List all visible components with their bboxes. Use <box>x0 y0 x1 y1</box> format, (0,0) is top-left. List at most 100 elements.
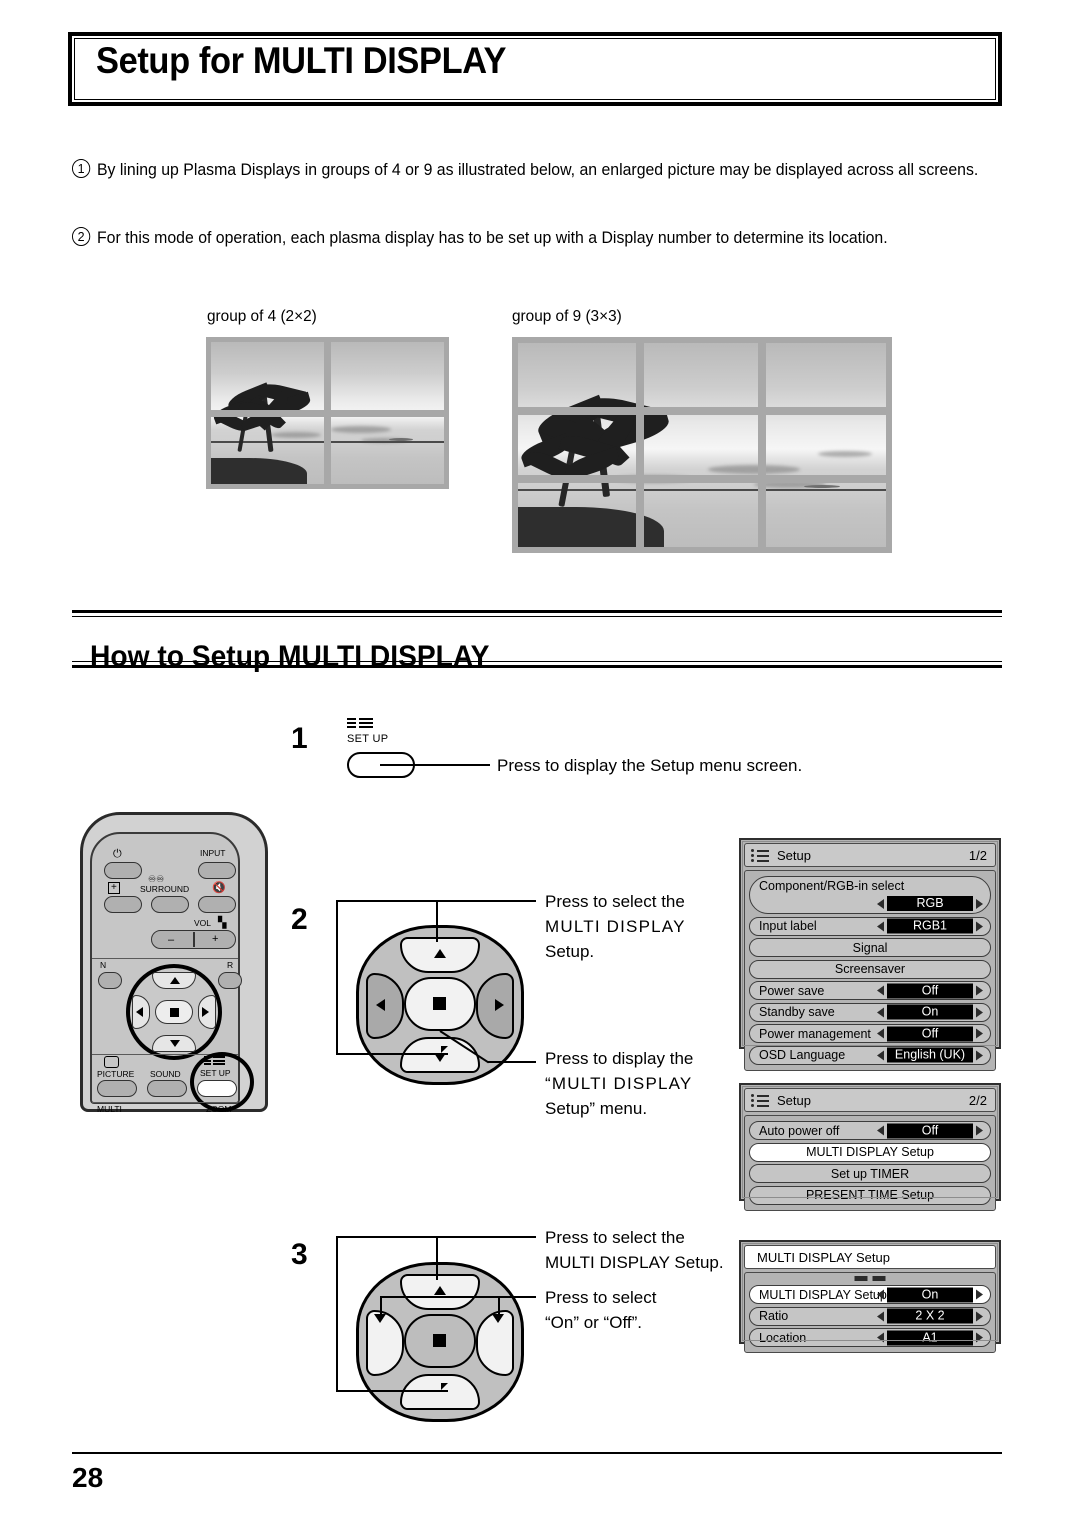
osd-row-control[interactable]: Off <box>874 1123 986 1138</box>
intro-item-1: 1 By lining up Plasma Displays in groups… <box>72 158 994 183</box>
picture-icon <box>104 1056 119 1068</box>
figure-caption-group-of-4: group of 4 (2×2) <box>207 308 317 325</box>
increment-arrow-icon[interactable] <box>976 1311 983 1321</box>
osd-row-label: PRESENT TIME Setup <box>805 1188 935 1202</box>
step-3-callout-up-line1: Press to select the <box>545 1228 685 1247</box>
osd-row-value: 2 X 2 <box>887 1308 973 1324</box>
osd-row-auto-power-off[interactable]: Auto power off Off <box>749 1121 991 1140</box>
nav-down-key[interactable] <box>400 1374 480 1410</box>
osd-row-set-up-timer[interactable]: Set up TIMER <box>749 1164 991 1183</box>
step-3-nav-cluster <box>356 1262 524 1422</box>
decrement-arrow-icon[interactable] <box>877 1311 884 1321</box>
osd-row-screensaver[interactable]: Screensaver <box>749 959 991 979</box>
step-2-bracket-side <box>336 900 338 1055</box>
volume-rocker-divider <box>193 932 195 947</box>
osd-row-label: Power management <box>759 1026 871 1041</box>
step-3-callout-lr-line1: Press to select <box>545 1288 657 1307</box>
decrement-arrow-icon[interactable] <box>877 1125 884 1136</box>
down-arrow-icon <box>170 1040 180 1047</box>
increment-arrow-icon[interactable] <box>976 1332 983 1343</box>
page-title: Setup for MULTI DISPLAY <box>96 40 507 81</box>
osd-row-multi-display-setup-toggle[interactable]: MULTI DISPLAY Setup On <box>749 1285 991 1304</box>
cloud <box>708 465 800 474</box>
remote-surround-button[interactable] <box>151 896 189 913</box>
osd-row-control[interactable]: English (UK) <box>874 1047 986 1063</box>
increment-arrow-icon[interactable] <box>976 985 983 996</box>
osd-row-control[interactable]: Off <box>874 983 986 998</box>
remote-sound-button[interactable] <box>147 1080 187 1097</box>
remote-n-button[interactable] <box>98 972 122 989</box>
remote-setup-button[interactable] <box>197 1080 237 1097</box>
remote-picture-button[interactable] <box>97 1080 137 1097</box>
osd-body: MULTI DISPLAY Setup On Ratio 2 X 2 Locat… <box>744 1272 996 1353</box>
increment-arrow-icon[interactable] <box>976 1028 983 1039</box>
decrement-arrow-icon[interactable] <box>877 985 884 996</box>
osd-row-power-save[interactable]: Power save Off <box>749 981 991 1000</box>
decrement-arrow-icon[interactable] <box>877 1050 884 1060</box>
decrement-arrow-icon[interactable] <box>877 1332 884 1343</box>
decrement-arrow-icon[interactable] <box>877 1007 884 1017</box>
remote-mute-button[interactable] <box>198 896 236 913</box>
osd-row-control[interactable]: A1 <box>874 1330 986 1345</box>
mosaic-3x3-scene <box>518 343 886 547</box>
up-arrow-icon <box>434 949 446 958</box>
osd-row-osd-language[interactable]: OSD Language English (UK) <box>749 1045 991 1065</box>
osd-row-label: Power save <box>759 983 825 998</box>
osd-row-label: Ratio <box>759 1309 789 1323</box>
increment-arrow-icon[interactable] <box>976 1050 983 1060</box>
increment-arrow-icon[interactable] <box>976 1007 983 1017</box>
right-arrow-icon <box>202 1007 209 1017</box>
osd-row-control[interactable]: RGB <box>874 896 986 911</box>
step-2-callout-center-line3: Setup” menu. <box>545 1099 648 1118</box>
remote-divider-1 <box>92 958 238 960</box>
osd-body: Component/RGB-in select RGB Input label … <box>744 870 996 1071</box>
osd-row-location[interactable]: Location A1 <box>749 1328 991 1347</box>
osd-row-label: Screensaver <box>834 962 906 976</box>
osd-row-ratio[interactable]: Ratio 2 X 2 <box>749 1306 991 1326</box>
remote-r-button[interactable] <box>218 972 242 989</box>
up-arrow-icon <box>170 977 180 984</box>
remote-input-button[interactable] <box>198 862 236 879</box>
enter-square-icon <box>433 997 446 1010</box>
osd-row-label: Standby save <box>759 1005 835 1019</box>
osd-title-bar: Setup 2/2 <box>744 1088 996 1112</box>
page-dot <box>872 1276 886 1281</box>
osd-row-value: RGB1 <box>887 918 973 934</box>
osd-row-standby-save[interactable]: Standby save On <box>749 1002 991 1022</box>
osd-row-control[interactable]: Off <box>874 1026 986 1041</box>
remote-aspect-button[interactable] <box>104 896 142 913</box>
increment-arrow-icon[interactable] <box>976 1289 983 1300</box>
increment-arrow-icon[interactable] <box>976 921 983 931</box>
osd-title-bar: Setup 1/2 <box>744 843 996 867</box>
up-arrow-icon <box>434 1286 446 1295</box>
return-arrow-icon <box>441 1046 448 1053</box>
osd-row-control[interactable]: On <box>874 1287 986 1302</box>
osd-row-control[interactable]: RGB1 <box>874 918 986 934</box>
decrement-arrow-icon[interactable] <box>877 1289 884 1300</box>
decrement-arrow-icon[interactable] <box>877 898 884 909</box>
intro-text-1: By lining up Plasma Displays in groups o… <box>96 161 979 179</box>
osd-row-multi-display-setup[interactable]: MULTI DISPLAY Setup <box>749 1142 991 1162</box>
remote-power-button[interactable] <box>104 862 142 879</box>
osd-row-control[interactable]: 2 X 2 <box>874 1308 986 1324</box>
step-3-bracket-top <box>336 1236 438 1238</box>
step-2-callout-center-line2: “MULTI DISPLAY <box>545 1074 693 1093</box>
increment-arrow-icon[interactable] <box>976 1125 983 1136</box>
osd-row-input-label[interactable]: Input label RGB1 <box>749 916 991 936</box>
volume-bar-icon: ▚ <box>218 917 227 929</box>
decrement-arrow-icon[interactable] <box>877 1028 884 1039</box>
remote-surround-label: SURROUND <box>140 884 190 894</box>
osd-row-component-rgb-select[interactable]: Component/RGB-in select RGB <box>749 876 991 914</box>
step-2-up-leader-horizontal <box>436 900 536 902</box>
decrement-arrow-icon[interactable] <box>877 921 884 931</box>
step-2-bracket-top <box>336 900 438 902</box>
step-3-lr-leader-horizontal <box>380 1296 536 1298</box>
osd-setup-page-2: Setup 2/2 Auto power off Off MULTI DISPL… <box>739 1083 1001 1211</box>
osd-row-control[interactable]: On <box>874 1004 986 1020</box>
page-dots-indicator <box>854 1276 886 1281</box>
osd-row-present-time-setup[interactable]: PRESENT TIME Setup <box>749 1185 991 1205</box>
step-2-callout-up-line3: Setup. <box>545 942 595 961</box>
increment-arrow-icon[interactable] <box>976 898 983 909</box>
osd-row-power-management[interactable]: Power management Off <box>749 1024 991 1043</box>
osd-row-signal[interactable]: Signal <box>749 938 991 957</box>
